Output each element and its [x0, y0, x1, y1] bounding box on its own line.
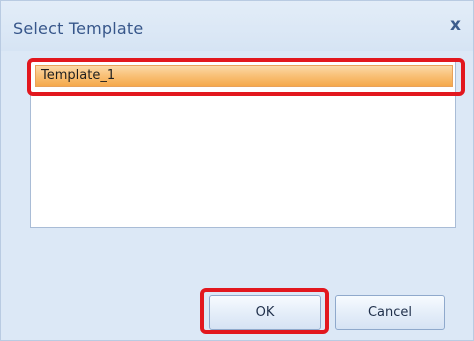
close-icon[interactable]: x — [450, 15, 461, 35]
dialog-title: Select Template — [13, 19, 144, 38]
title-bar: Select Template x — [1, 1, 473, 51]
list-item-template-1[interactable]: Template_1 — [35, 65, 453, 87]
ok-button[interactable]: OK — [209, 295, 321, 330]
cancel-button[interactable]: Cancel — [335, 295, 445, 330]
template-list[interactable]: Template_1 — [30, 59, 456, 228]
select-template-dialog: Select Template x Template_1 OK Cancel — [0, 0, 474, 341]
